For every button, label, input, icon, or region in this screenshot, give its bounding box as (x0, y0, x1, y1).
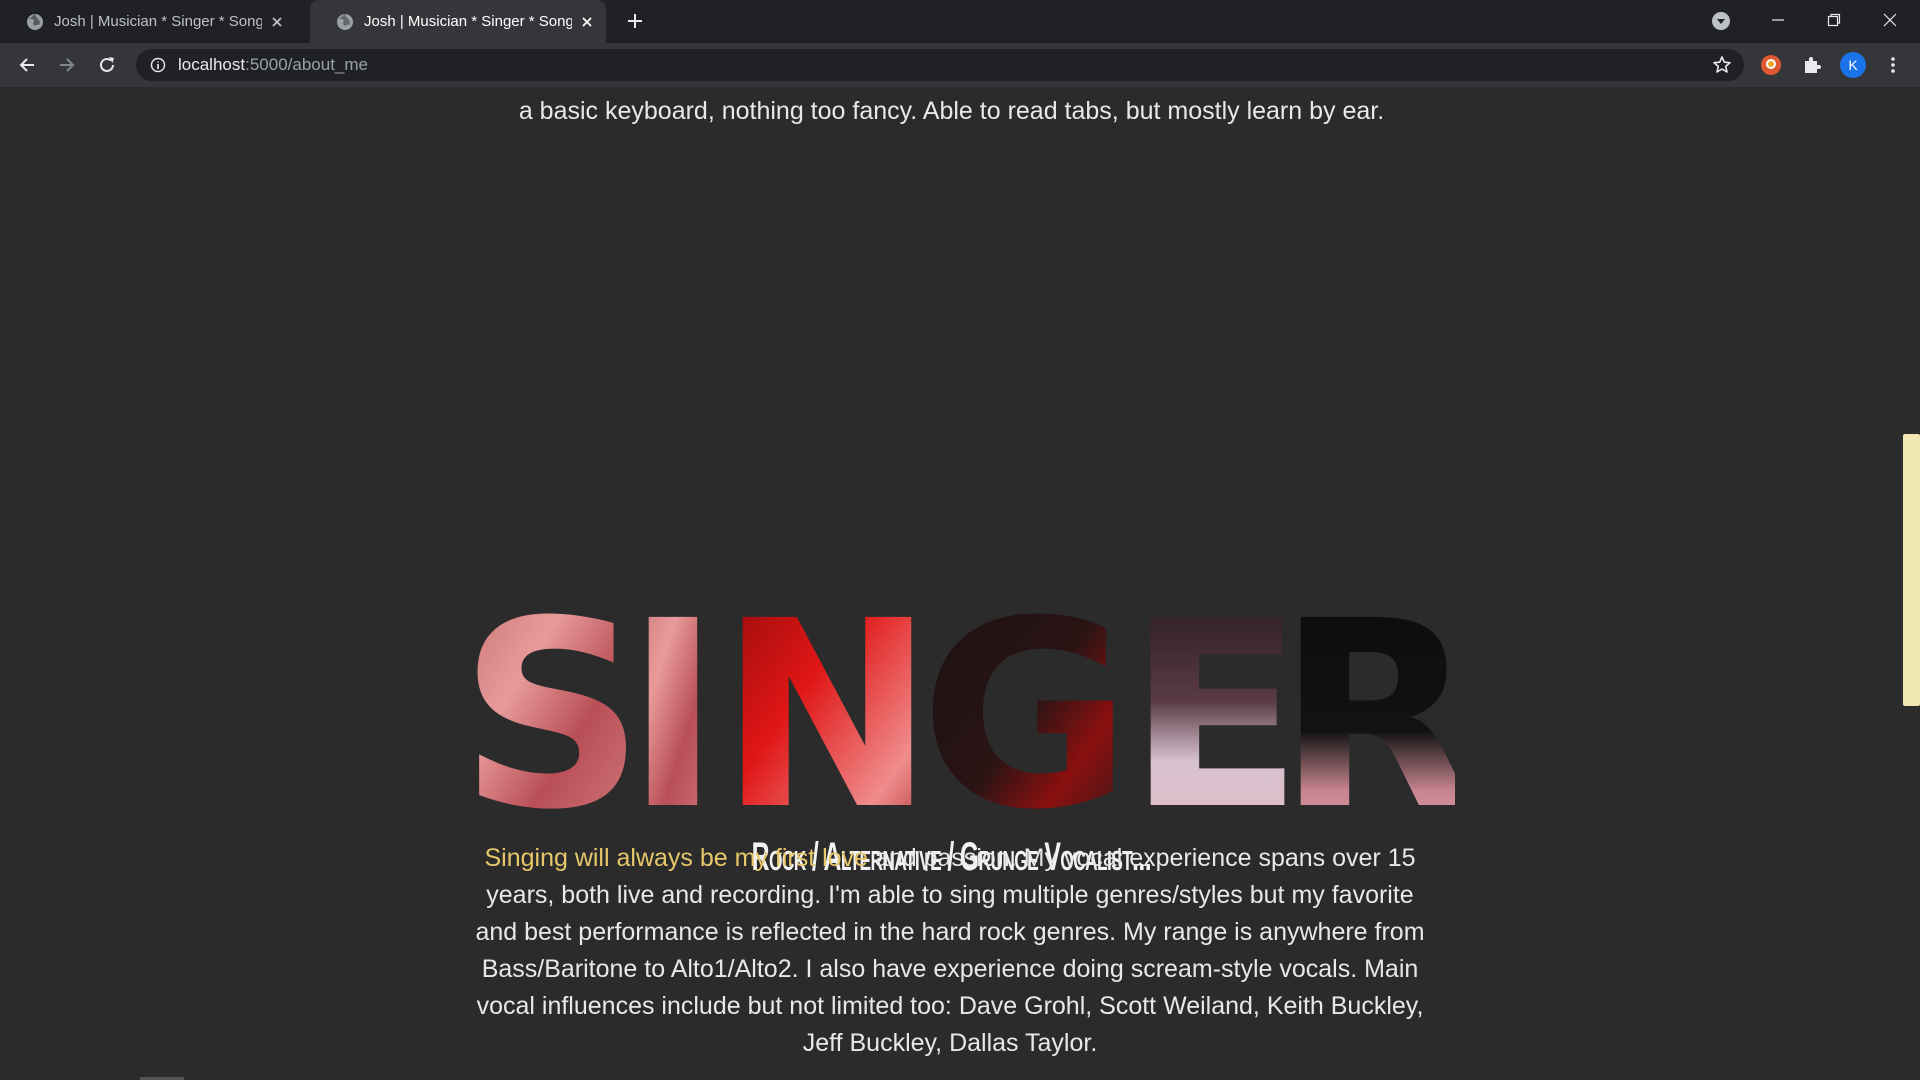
tab-title: Josh | Musician * Singer * Songwriter (54, 13, 262, 30)
avatar[interactable]: K (1840, 52, 1866, 78)
restore-button[interactable] (1806, 0, 1862, 40)
close-window-button[interactable] (1862, 0, 1918, 40)
scrollbar-thumb[interactable] (1903, 434, 1920, 706)
kebab-menu-icon (1891, 57, 1895, 73)
highlight-text: Singing will always be my first love (484, 844, 868, 872)
singer-title: S I N G E R (455, 512, 1476, 866)
extension-button[interactable] (1760, 54, 1782, 76)
url-text[interactable]: localhost:5000/about_me (178, 55, 368, 75)
forward-button[interactable] (54, 52, 80, 78)
close-icon[interactable] (578, 13, 596, 31)
singer-letter-i: I (625, 566, 721, 817)
url-path: :5000/about_me (245, 55, 368, 74)
close-icon[interactable] (268, 13, 286, 31)
tab-strip: Josh | Musician * Singer * Songwriter Jo… (0, 0, 1920, 43)
menu-button[interactable] (1880, 52, 1906, 78)
restore-icon (1827, 13, 1841, 27)
reload-icon (100, 57, 114, 72)
browser-tab[interactable]: Josh | Musician * Singer * Songwriter (0, 0, 296, 43)
browser-tab-active[interactable]: Josh | Musician * Singer * Songwriter (310, 0, 606, 43)
singer-title-graphic: S I N G E R (459, 566, 1476, 866)
minimize-icon (1772, 19, 1784, 21)
singer-letter-g: G (920, 566, 1132, 817)
page-viewport: a basic keyboard, nothing too fancy. Abl… (0, 87, 1920, 1080)
singer-letter-r: R (1277, 566, 1455, 817)
browser-toolbar: localhost:5000/about_me K (0, 43, 1920, 87)
globe-icon (27, 13, 43, 30)
instrument-paragraph-tail: a basic keyboard, nothing too fancy. Abl… (518, 97, 1385, 125)
tab-title: Josh | Musician * Singer * Songwriter (364, 13, 572, 30)
back-button[interactable] (14, 52, 40, 78)
url-host: localhost (178, 55, 246, 74)
extensions-menu-button[interactable] (1801, 54, 1823, 76)
forward-icon (60, 58, 75, 72)
tab-search-icon[interactable] (1710, 10, 1732, 32)
puzzle-icon (1805, 57, 1821, 73)
singer-letter-s: S (459, 566, 645, 817)
info-icon[interactable] (150, 57, 166, 73)
singer-paragraph: Singing will always be my first love and… (470, 840, 1430, 1062)
minimize-button[interactable] (1750, 0, 1806, 40)
paragraph-text: and passion. My vocal experience spans o… (475, 844, 1425, 1057)
star-icon[interactable] (1712, 55, 1732, 75)
plus-icon[interactable] (624, 10, 646, 32)
reload-button[interactable] (94, 52, 120, 78)
close-icon (1883, 13, 1897, 27)
extension-icon (1761, 55, 1781, 75)
globe-icon (337, 13, 353, 30)
address-bar[interactable]: localhost:5000/about_me (136, 49, 1744, 81)
back-icon (19, 58, 34, 72)
singer-letter-n: N (719, 566, 935, 817)
